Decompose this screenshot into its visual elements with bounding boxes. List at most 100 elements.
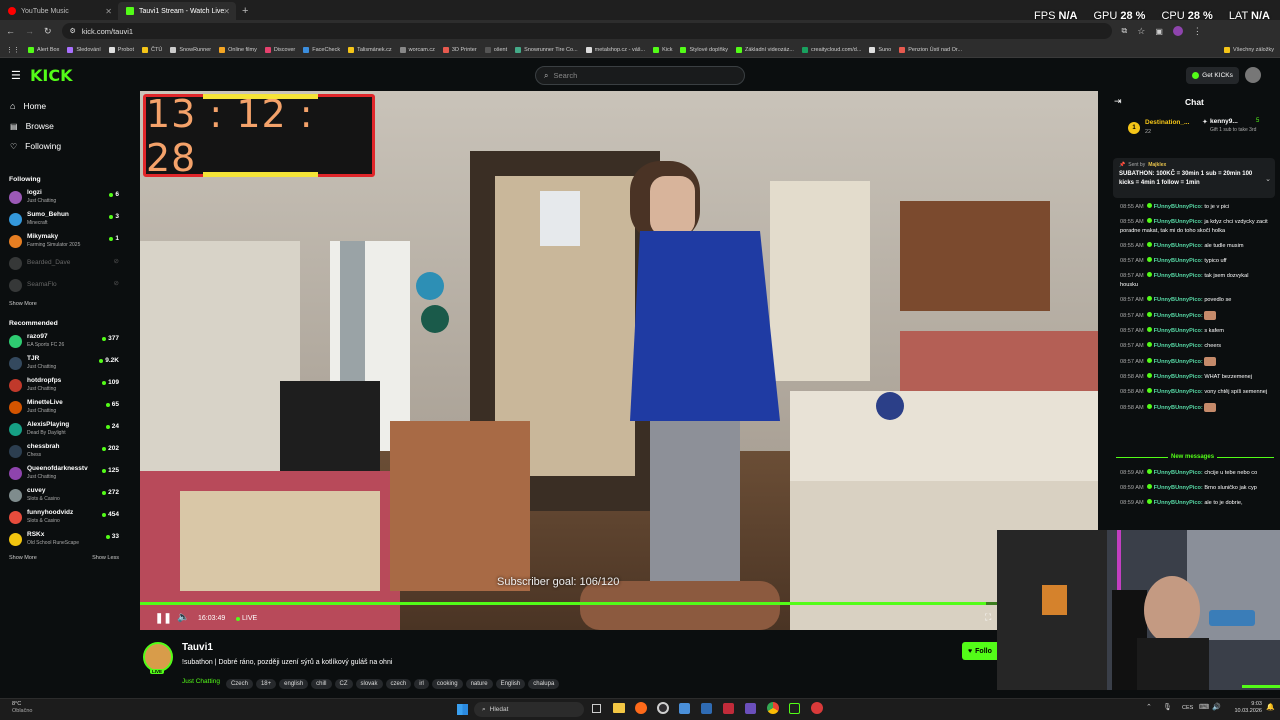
chat-message[interactable]: 08:55 AM FUnnyBUnnyPico: ja kdyz chci vzd…	[1110, 218, 1280, 236]
pause-icon[interactable]: ❚❚	[155, 613, 172, 624]
stream-tag[interactable]: czech	[385, 679, 412, 689]
message-username[interactable]: FUnnyBUnnyPico:	[1154, 219, 1203, 225]
sidebar-channel[interactable]: SeamaFlo ⊘	[0, 274, 138, 296]
message-username[interactable]: FUnnyBUnnyPico:	[1154, 500, 1203, 506]
bookmark-item[interactable]: FaceCheck	[303, 46, 340, 53]
bookmark-item[interactable]: Penzion Ústí nad Or...	[899, 46, 962, 53]
sidebar-channel[interactable]: Mikymaky Farming Simulator 2025 1	[0, 230, 138, 252]
notifications-icon[interactable]: 🔔	[1266, 703, 1275, 711]
bookmark-item[interactable]: Všechny záložky	[1224, 46, 1274, 53]
chat-message[interactable]: 08:58 AM FUnnyBUnnyPico: WHAT bezzemenej	[1110, 372, 1280, 382]
collapse-chat-icon[interactable]: ⇥	[1114, 96, 1122, 107]
bookmark-item[interactable]: ČTÚ	[142, 46, 162, 53]
chat-message[interactable]: 08:58 AM FUnnyBUnnyPico: vony chtěj spíš …	[1110, 387, 1280, 397]
pinned-message[interactable]: 📌 Sent by Majklex SUBATHON: 100KČ = 30mi…	[1113, 158, 1275, 198]
stream-tag[interactable]: 18+	[255, 679, 277, 689]
sidebar-channel[interactable]: MinetteLive Just Chatting 65	[0, 396, 138, 418]
chat-message[interactable]: 08:58 AM FUnnyBUnnyPico:	[1110, 402, 1280, 413]
streamer-avatar[interactable]	[143, 642, 173, 672]
follow-button[interactable]: ♥ Follo	[962, 642, 997, 660]
pinned-gifter-right[interactable]: ✦ kenny9... 5 Gift 1 sub to take 3rd	[1202, 118, 1274, 142]
message-username[interactable]: FUnnyBUnnyPico:	[1154, 328, 1203, 334]
chat-message[interactable]: 08:59 AM FUnnyBUnnyPico: Brno sluničko ja…	[1110, 484, 1280, 493]
language-indicator[interactable]: CES	[1182, 705, 1193, 711]
chat-message[interactable]: 08:55 AM FUnnyBUnnyPico: ale tudle musim	[1110, 242, 1280, 251]
message-username[interactable]: FUnnyBUnnyPico:	[1154, 258, 1203, 264]
message-username[interactable]: FUnnyBUnnyPico:	[1154, 313, 1203, 319]
bookmark-item[interactable]: Suno	[869, 46, 891, 53]
app-icon[interactable]	[811, 702, 823, 714]
bookmark-item[interactable]: worcam.cz	[399, 46, 435, 53]
bookmark-item[interactable]: Online filmy	[219, 46, 257, 53]
bookmark-item[interactable]: Základní videozáz...	[736, 46, 794, 53]
bookmark-item[interactable]: Discover	[264, 46, 295, 53]
sidebar-channel[interactable]: chessbrah Chess 202	[0, 440, 138, 462]
start-button-icon[interactable]	[457, 704, 468, 715]
stream-tag[interactable]: cooking	[431, 679, 463, 689]
message-username[interactable]: FUnnyBUnnyPico:	[1154, 470, 1203, 476]
apps-icon[interactable]: ⋮⋮	[6, 46, 20, 54]
reload-icon[interactable]: ↻	[44, 26, 52, 37]
sidebar-channel[interactable]: hotdropfps Just Chatting 109	[0, 374, 138, 396]
sidebar-channel[interactable]: TJR Just Chatting 9.2K	[0, 352, 138, 374]
profile-avatar[interactable]	[1172, 26, 1183, 36]
sidebar-channel[interactable]: logzi Just Chatting 6	[0, 186, 138, 208]
category-link[interactable]: Just Chatting	[182, 678, 220, 685]
show-more-button[interactable]: Show More	[9, 555, 37, 561]
chat-message[interactable]: 08:57 AM FUnnyBUnnyPico:	[1110, 311, 1280, 321]
app-icon[interactable]	[789, 703, 800, 714]
close-icon[interactable]: ✕	[105, 7, 112, 16]
message-username[interactable]: FUnnyBUnnyPico:	[1154, 485, 1203, 491]
app-icon[interactable]	[701, 703, 712, 714]
bookmark-item[interactable]: 3D Printer	[442, 46, 477, 53]
stream-tag[interactable]: slovak	[355, 679, 383, 689]
bookmark-item[interactable]: Probot	[108, 46, 134, 53]
message-username[interactable]: FUnnyBUnnyPico:	[1154, 374, 1203, 380]
extensions-icon[interactable]: ▣	[1155, 27, 1163, 36]
stream-tag[interactable]: Czech	[225, 679, 253, 689]
chat-message[interactable]: 08:57 AM FUnnyBUnnyPico: cheers	[1110, 341, 1280, 351]
pinned-gifter-left[interactable]: 1 Destination_... 22	[1128, 119, 1208, 139]
message-username[interactable]: FUnnyBUnnyPico:	[1154, 389, 1203, 395]
show-less-button[interactable]: Show Less	[92, 555, 119, 561]
network-icon[interactable]: ⌨	[1199, 703, 1209, 711]
bookmark-item[interactable]: ošent	[484, 46, 507, 53]
stream-tag[interactable]: CZ	[334, 679, 353, 689]
kick-logo[interactable]: KICK	[30, 66, 73, 85]
message-username[interactable]: FUnnyBUnnyPico:	[1154, 405, 1203, 411]
bookmark-item[interactable]: Snowrunner Tire Co...	[515, 46, 578, 53]
bookmark-item[interactable]: Stylové doplňky	[680, 46, 728, 53]
bookmark-item[interactable]: Talismánek.cz	[348, 46, 392, 53]
forward-icon[interactable]: →	[25, 26, 34, 36]
chat-message[interactable]: 08:57 AM FUnnyBUnnyPico:	[1110, 356, 1280, 367]
url-field[interactable]: ⚙ kick.com/tauvi1	[61, 23, 1112, 39]
bookmark-star-icon[interactable]: ☆	[1137, 26, 1145, 37]
bookmark-item[interactable]: Alert Box	[28, 46, 59, 53]
chat-message[interactable]: 08:57 AM FUnnyBUnnyPico: typico uff	[1110, 257, 1280, 266]
app-icon[interactable]	[723, 703, 734, 714]
chat-message[interactable]: 08:55 AM FUnnyBUnnyPico: to je v pici	[1110, 203, 1280, 212]
chat-message[interactable]: 08:59 AM FUnnyBUnnyPico: chcije u tebe ne…	[1110, 469, 1280, 478]
app-icon[interactable]	[745, 703, 756, 714]
app-icon[interactable]	[679, 703, 690, 714]
sidebar-channel[interactable]: Sumo_Behun Minecraft 3	[0, 208, 138, 230]
back-icon[interactable]: ←	[6, 26, 15, 36]
chat-message[interactable]: 08:59 AM FUnnyBUnnyPico: ale to je dobrie…	[1110, 499, 1280, 508]
following-show-more-button[interactable]: Show More	[0, 296, 138, 312]
chat-message[interactable]: 08:57 AM FUnnyBUnnyPico: tak jsem dozvyka…	[1110, 272, 1280, 290]
browser-tab-youtube-music[interactable]: YouTube Music ✕	[0, 2, 118, 20]
fullscreen-icon[interactable]: ⛶	[985, 612, 991, 623]
sidebar-channel[interactable]: funnyhoodvidz Slots & Casino 454	[0, 506, 138, 528]
chat-message[interactable]: 08:57 AM FUnnyBUnnyPico: s kafem	[1110, 326, 1280, 336]
clock[interactable]: 9:03 10.03.2026	[1230, 701, 1262, 715]
video-player[interactable]: 13 : 12 : 28 Subscriber goal: 106/120	[140, 91, 1098, 630]
bookmark-item[interactable]: metalshop.cz - váš...	[585, 46, 645, 53]
microphone-icon[interactable]: 🎙	[1163, 703, 1172, 711]
stream-tag[interactable]: English	[495, 679, 526, 689]
get-kicks-button[interactable]: Get KICKs	[1186, 67, 1239, 84]
sidebar-channel[interactable]: AlexisPlaying Dead By Daylight 24	[0, 418, 138, 440]
sidebar-channel[interactable]: Bearded_Dave ⊘	[0, 252, 138, 274]
hamburger-menu-icon[interactable]: ☰	[11, 69, 21, 82]
stream-tag[interactable]: nature	[465, 679, 493, 689]
message-username[interactable]: FUnnyBUnnyPico:	[1154, 297, 1203, 303]
